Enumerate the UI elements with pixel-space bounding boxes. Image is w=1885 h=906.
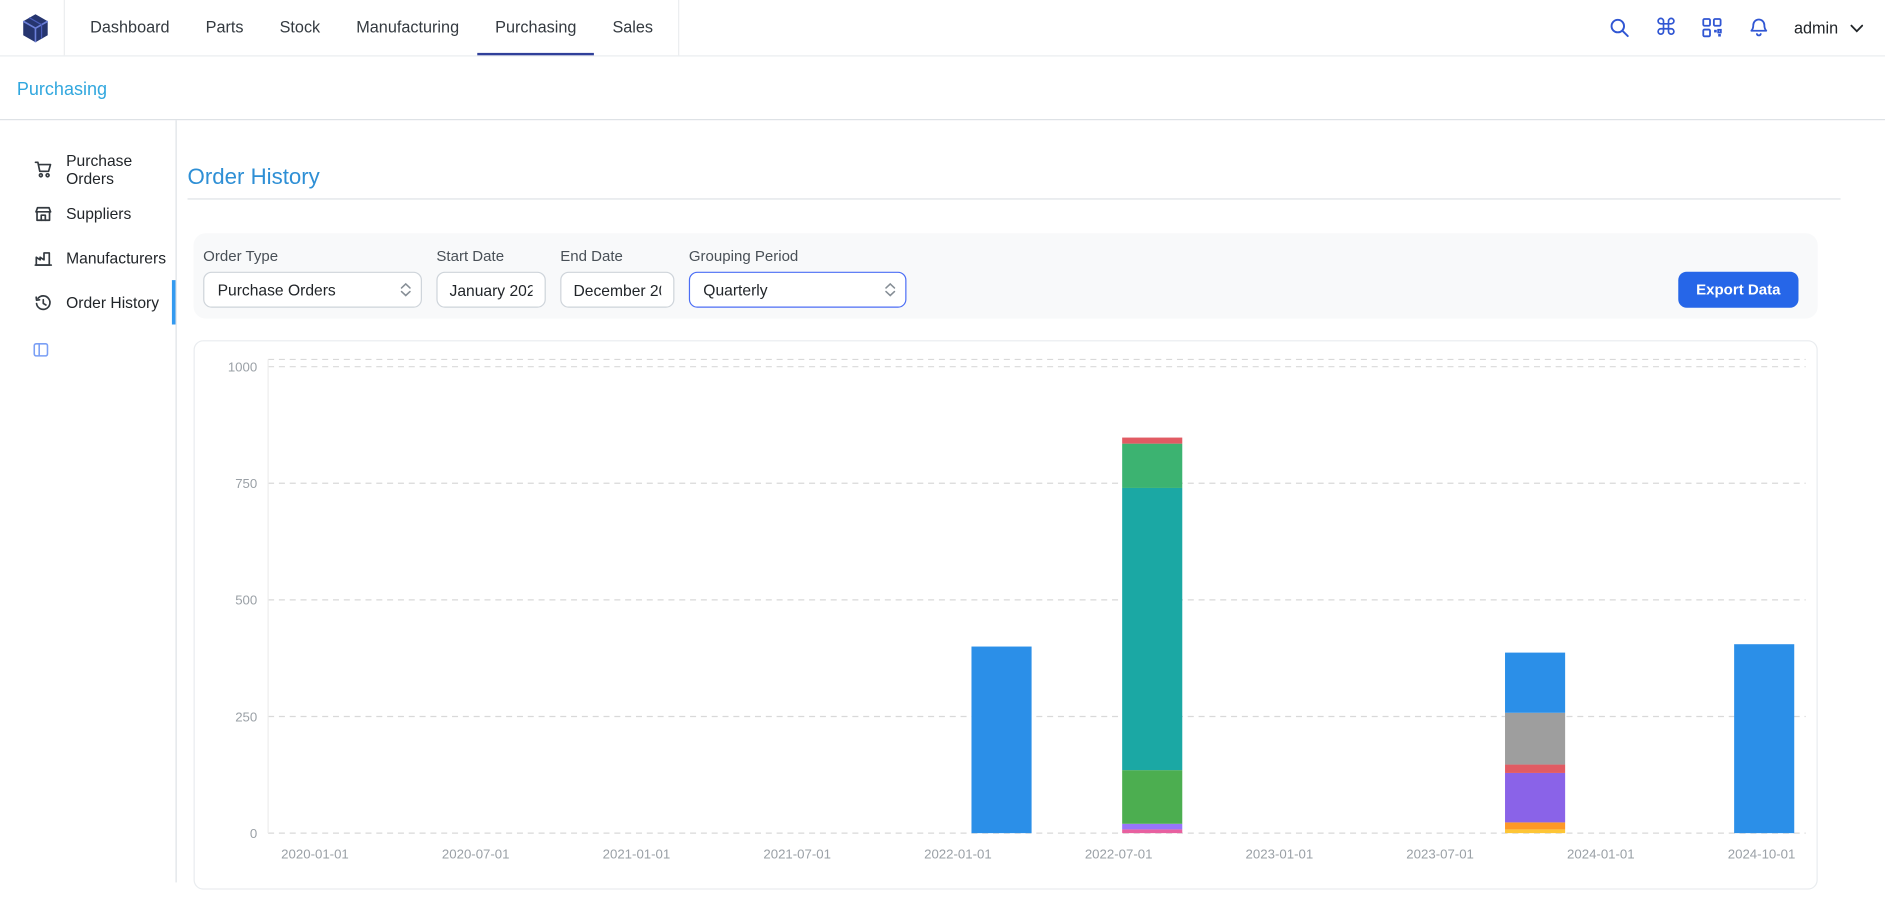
sidebar-item-suppliers[interactable]: Suppliers	[0, 191, 176, 235]
page-title: Order History	[188, 163, 1841, 189]
select-chevrons-icon	[400, 283, 411, 297]
svg-text:2020-01-01: 2020-01-01	[281, 846, 349, 861]
start-date-label: Start Date	[436, 248, 545, 265]
username: admin	[1794, 19, 1838, 37]
command-icon[interactable]: ⌘	[1654, 16, 1677, 39]
breadcrumb: Purchasing	[0, 57, 1885, 121]
svg-text:2024-10-01: 2024-10-01	[1728, 846, 1796, 861]
grouping-period-select[interactable]: Quarterly	[689, 272, 907, 308]
storefront-icon	[34, 204, 53, 223]
title-divider	[188, 198, 1841, 199]
end-date-label: End Date	[560, 248, 674, 265]
export-data-button[interactable]: Export Data	[1678, 272, 1798, 308]
sidebar-item-label: Order History	[66, 293, 159, 311]
end-date-input[interactable]	[560, 272, 674, 308]
top-navbar: Dashboard Parts Stock Manufacturing Purc…	[0, 0, 1885, 57]
svg-text:500: 500	[235, 593, 257, 608]
app-logo[interactable]	[19, 0, 51, 55]
search-icon[interactable]	[1608, 16, 1632, 40]
svg-text:2022-07-01: 2022-07-01	[1085, 846, 1153, 861]
breadcrumb-purchasing[interactable]: Purchasing	[17, 79, 107, 99]
navbar-actions: ⌘ admin	[1608, 0, 1866, 55]
svg-text:2023-07-01: 2023-07-01	[1406, 846, 1474, 861]
nav-tab-sales[interactable]: Sales	[594, 0, 671, 55]
sidebar-item-purchase-orders[interactable]: Purchase Orders	[0, 147, 176, 191]
sidebar-item-label: Manufacturers	[66, 249, 166, 267]
nav-tab-dashboard[interactable]: Dashboard	[72, 0, 187, 55]
grouping-period-value: Quarterly	[703, 281, 767, 299]
hexagon-box-logo-icon	[19, 11, 51, 43]
filter-start-date: Start Date	[436, 248, 545, 308]
svg-text:2020-07-01: 2020-07-01	[442, 846, 510, 861]
nav-tab-parts[interactable]: Parts	[188, 0, 262, 55]
command-glyph: ⌘	[1654, 16, 1677, 39]
order-type-value: Purchase Orders	[218, 281, 336, 299]
svg-text:2023-01-01: 2023-01-01	[1246, 846, 1314, 861]
svg-text:250: 250	[235, 709, 257, 724]
main-layout: Purchase Orders Suppliers	[0, 120, 1885, 889]
qr-scan-icon[interactable]	[1700, 16, 1724, 40]
factory-icon	[34, 248, 53, 267]
shopping-cart-icon	[34, 159, 53, 178]
sidebar-item-label: Suppliers	[66, 204, 131, 222]
svg-text:2021-01-01: 2021-01-01	[603, 846, 671, 861]
main-nav: Dashboard Parts Stock Manufacturing Purc…	[64, 0, 680, 55]
nav-tab-purchasing[interactable]: Purchasing	[477, 0, 594, 55]
chart-card: 0 250 500 750 1000 2020-01-01 2020-07-01 2021-0…	[194, 340, 1818, 889]
notifications-bell-icon[interactable]	[1747, 16, 1771, 40]
svg-text:2024-01-01: 2024-01-01	[1567, 846, 1635, 861]
history-clock-icon	[34, 293, 53, 312]
svg-text:1000: 1000	[228, 359, 257, 374]
order-type-select[interactable]: Purchase Orders	[203, 272, 422, 308]
filter-grouping-period: Grouping Period Quarterly	[689, 248, 907, 308]
sidebar-item-label: Purchase Orders	[66, 151, 175, 187]
svg-text:750: 750	[235, 476, 257, 491]
sidebar-collapse-icon[interactable]	[32, 341, 49, 358]
filter-order-type: Order Type Purchase Orders	[203, 248, 422, 308]
svg-text:2022-01-01: 2022-01-01	[924, 846, 992, 861]
sidebar-item-order-history[interactable]: Order History	[0, 280, 176, 324]
select-chevrons-icon	[885, 283, 896, 297]
order-type-label: Order Type	[203, 248, 422, 265]
filter-panel: Order Type Purchase Orders Start Date En…	[194, 233, 1818, 318]
grouping-period-label: Grouping Period	[689, 248, 907, 265]
sidebar-item-manufacturers[interactable]: Manufacturers	[0, 236, 176, 280]
chevron-down-icon	[1848, 19, 1866, 37]
filter-end-date: End Date	[560, 248, 674, 308]
nav-tab-manufacturing[interactable]: Manufacturing	[338, 0, 477, 55]
order-history-chart: 0 250 500 750 1000 2020-01-01 2020-07-01 2021-0…	[195, 341, 1817, 888]
svg-text:2021-07-01: 2021-07-01	[763, 846, 831, 861]
svg-text:0: 0	[250, 826, 257, 841]
app-root: Dashboard Parts Stock Manufacturing Purc…	[0, 0, 1885, 906]
sidebar: Purchase Orders Suppliers	[0, 120, 177, 882]
start-date-input[interactable]	[436, 272, 545, 308]
user-menu[interactable]: admin	[1794, 19, 1866, 37]
nav-tab-stock[interactable]: Stock	[262, 0, 339, 55]
content-area: Order History Order Type Purchase Orders	[177, 120, 1885, 889]
